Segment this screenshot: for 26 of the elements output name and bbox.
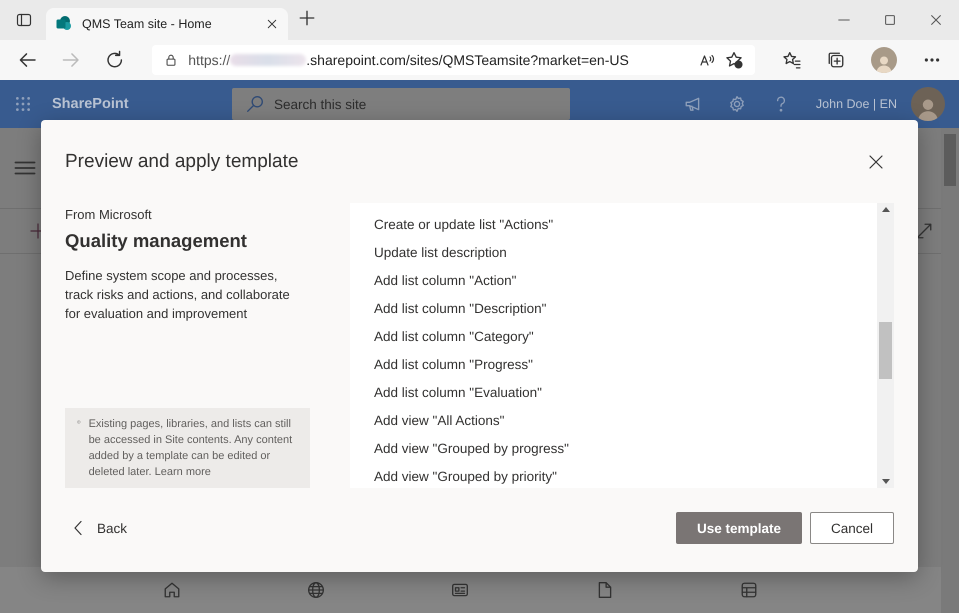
tab-title: QMS Team site - Home [82,17,213,31]
cancel-button[interactable]: Cancel [810,512,894,544]
user-name[interactable]: John Doe | EN [816,97,897,111]
action-item: Add list column "Description" [374,300,548,318]
back-button[interactable]: Back [65,520,128,536]
action-item: Add list column "Progress" [374,356,534,374]
notice-text: Existing pages, libraries, and lists can still be accessed in Site contents. Any content added by a template can be edited or deleted later. Learn more [88,417,294,480]
template-description: Define system scope and processes, track risks and actions, and collaborate for evaluation and improvement [65,267,291,323]
action-item: Add list column "Action" [374,272,518,290]
search-field[interactable]: Search this site [232,88,570,120]
action-item: Add view "Grouped by progress" [374,440,570,458]
template-source: From Microsoft [65,207,153,222]
action-item: Add view "All Actions" [374,412,506,430]
action-item: Add view "Grouped by priority" [374,468,558,486]
template-name: Quality management [65,230,248,252]
browser-tab[interactable]: QMS Team site - Home [46,8,288,40]
dialog-title: Preview and apply template [65,150,298,172]
learn-more-link[interactable]: Learn more [154,466,211,478]
action-item: Create or update list "Actions" [374,216,554,234]
action-item: Add list column "Category" [374,328,535,346]
action-item: Update list description [374,244,508,262]
app-name[interactable]: SharePoint [52,96,212,112]
use-template-button[interactable]: Use template [676,512,802,544]
url-text: https:// .sharepoint.com/sites/QMSTeamsite?market=en-US [188,52,630,68]
action-item: Add list column "Evaluation" [374,384,543,402]
address-bar[interactable]: https:// .sharepoint.com/sites/QMSTeamsite?market=en-US [152,45,755,75]
